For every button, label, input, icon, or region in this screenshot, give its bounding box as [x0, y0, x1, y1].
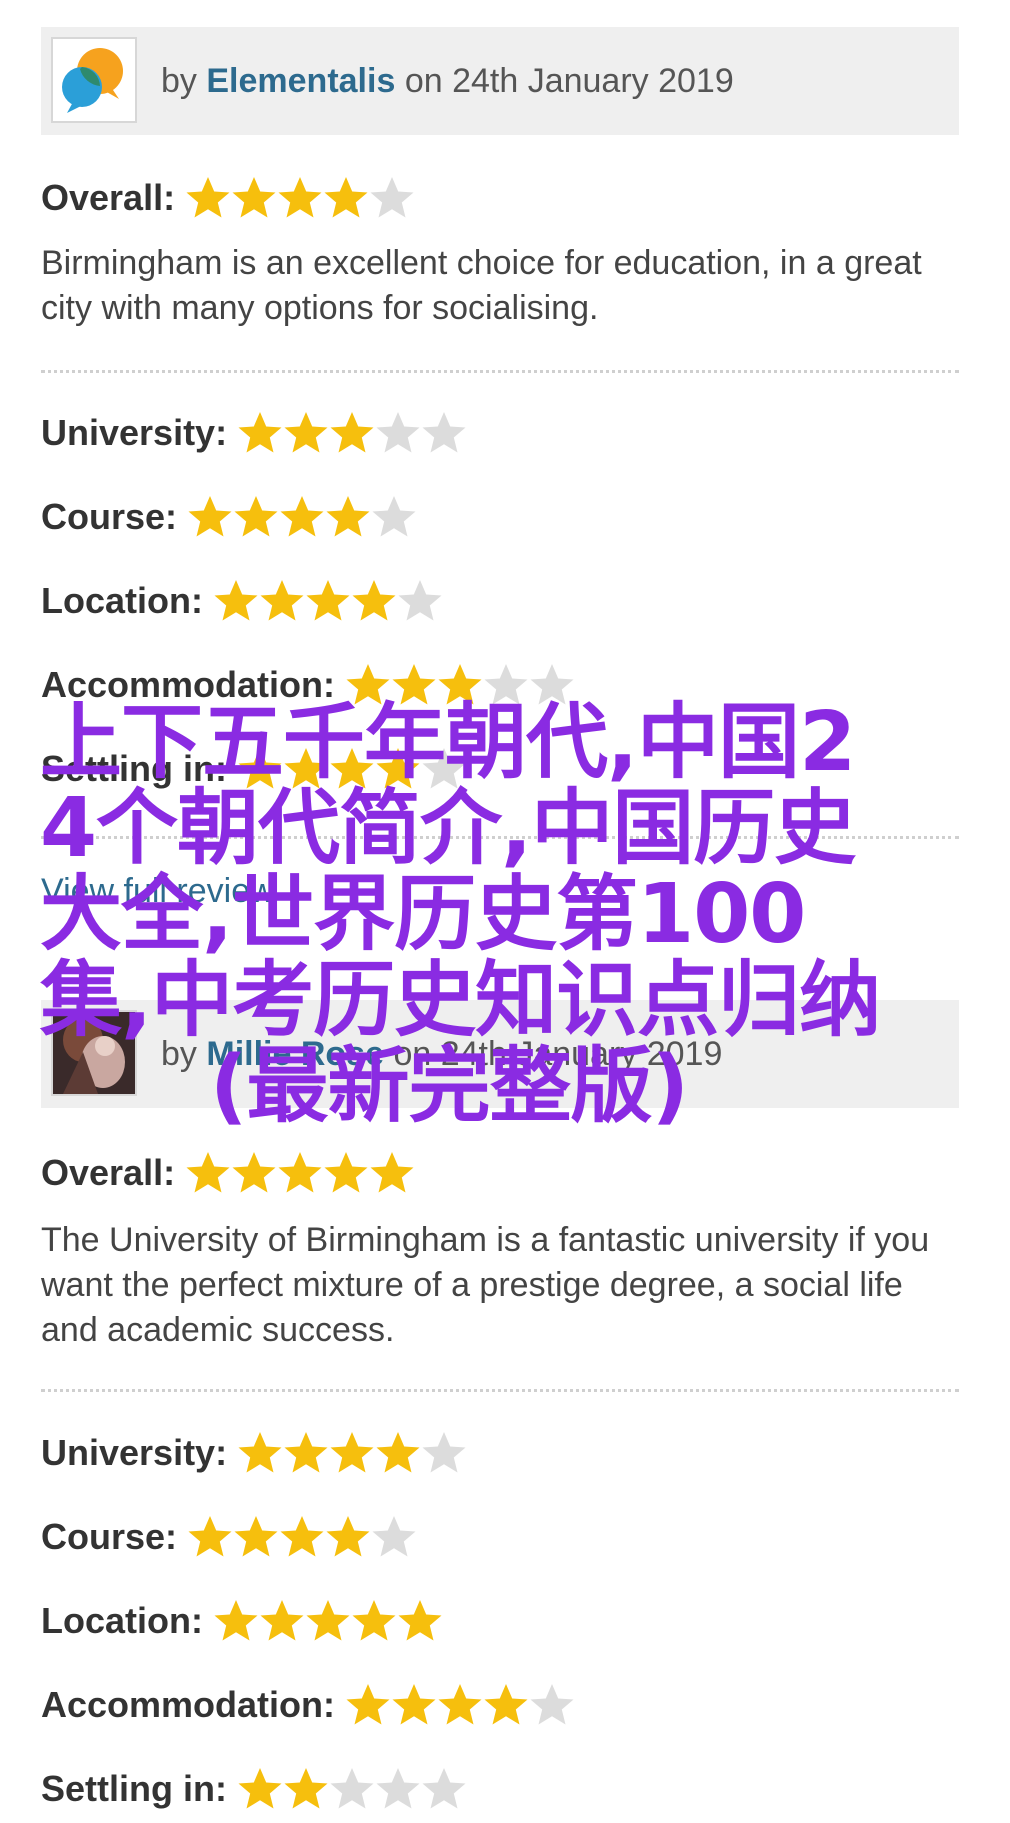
star-empty-icon	[376, 1768, 420, 1809]
star-filled-icon	[234, 1516, 278, 1557]
star-filled-icon	[352, 580, 396, 621]
overlay-line: 上下五千年朝代,中国2	[40, 695, 856, 790]
star-empty-icon	[530, 1684, 574, 1725]
overlay-line: 集,中考历史知识点归纳	[40, 953, 881, 1048]
star-rating	[213, 1598, 443, 1644]
star-rating	[213, 578, 443, 624]
rating-university: University:	[41, 405, 467, 461]
star-filled-icon	[238, 1768, 282, 1809]
star-empty-icon	[398, 580, 442, 621]
overall-rating: Overall:	[41, 170, 415, 226]
rating-university: University:	[41, 1425, 467, 1481]
star-empty-icon	[330, 1768, 374, 1809]
rating-label: Settling in:	[41, 1768, 227, 1809]
review-byline: by Elementalis on 24th January 2019	[161, 27, 734, 135]
star-empty-icon	[422, 1768, 466, 1809]
rating-settling-in: Settling in:	[41, 1761, 467, 1817]
star-empty-icon	[370, 177, 414, 218]
rating-label: Overall:	[41, 1152, 176, 1193]
speech-bubbles-logo-icon	[62, 48, 123, 113]
star-filled-icon	[438, 1684, 482, 1725]
star-empty-icon	[372, 496, 416, 537]
star-filled-icon	[214, 580, 258, 621]
rating-label: Course:	[41, 1516, 178, 1557]
star-filled-icon	[278, 1152, 322, 1193]
star-filled-icon	[306, 1600, 350, 1641]
star-rating	[237, 1430, 467, 1476]
overlay-line: 大全,世界历史第100	[40, 867, 806, 962]
star-filled-icon	[330, 1432, 374, 1473]
star-filled-icon	[232, 1152, 276, 1193]
author-link[interactable]: Elementalis	[206, 62, 395, 100]
star-filled-icon	[238, 1432, 282, 1473]
review-date: on 24th January 2019	[404, 62, 734, 100]
rating-label: Course:	[41, 496, 178, 537]
star-filled-icon	[238, 412, 282, 453]
rating-label: Accommodation:	[41, 1684, 336, 1725]
star-empty-icon	[376, 412, 420, 453]
star-rating	[185, 1150, 415, 1196]
rating-course: Course:	[41, 489, 417, 545]
overlay-caption: 上下五千年朝代,中国2 4个朝代简介,中国历史 大全,世界历史第100 集,中考…	[40, 700, 920, 1130]
star-empty-icon	[372, 1516, 416, 1557]
star-filled-icon	[188, 496, 232, 537]
star-filled-icon	[280, 496, 324, 537]
star-rating	[237, 1766, 467, 1812]
star-filled-icon	[232, 177, 276, 218]
star-filled-icon	[188, 1516, 232, 1557]
star-filled-icon	[260, 580, 304, 621]
star-empty-icon	[422, 412, 466, 453]
rating-location: Location:	[41, 573, 443, 629]
star-filled-icon	[234, 496, 278, 537]
star-filled-icon	[284, 1768, 328, 1809]
star-filled-icon	[186, 1152, 230, 1193]
review-text: Birmingham is an excellent choice for ed…	[41, 244, 922, 327]
rating-label: Location:	[41, 1600, 203, 1641]
byline-prefix: by	[161, 62, 197, 100]
star-filled-icon	[346, 1684, 390, 1725]
rating-label: Overall:	[41, 177, 176, 218]
rating-label: University:	[41, 412, 228, 453]
star-filled-icon	[186, 177, 230, 218]
star-filled-icon	[326, 496, 370, 537]
star-filled-icon	[214, 1600, 258, 1641]
star-rating	[185, 175, 415, 221]
star-filled-icon	[324, 1152, 368, 1193]
star-filled-icon	[326, 1516, 370, 1557]
overall-rating: Overall:	[41, 1145, 415, 1201]
star-filled-icon	[398, 1600, 442, 1641]
star-filled-icon	[284, 412, 328, 453]
rating-course: Course:	[41, 1509, 417, 1565]
overlay-line: 4个朝代简介,中国历史	[40, 781, 856, 876]
star-empty-icon	[422, 1432, 466, 1473]
review-header-1: by Elementalis on 24th January 2019	[41, 27, 959, 135]
rating-label: Location:	[41, 580, 203, 621]
rating-label: University:	[41, 1432, 228, 1473]
rating-accommodation: Accommodation:	[41, 1677, 575, 1733]
rating-location: Location:	[41, 1593, 443, 1649]
review-text: The University of Birmingham is a fantas…	[41, 1221, 930, 1349]
overlay-line: (最新完整版)	[210, 1039, 689, 1134]
star-filled-icon	[392, 1684, 436, 1725]
star-rating	[187, 494, 417, 540]
star-filled-icon	[484, 1684, 528, 1725]
star-filled-icon	[370, 1152, 414, 1193]
star-rating	[187, 1514, 417, 1560]
star-rating	[345, 1682, 575, 1728]
avatar[interactable]	[51, 37, 137, 123]
star-filled-icon	[278, 177, 322, 218]
star-filled-icon	[352, 1600, 396, 1641]
star-filled-icon	[324, 177, 368, 218]
star-filled-icon	[306, 580, 350, 621]
star-rating	[237, 410, 467, 456]
star-filled-icon	[260, 1600, 304, 1641]
star-filled-icon	[376, 1432, 420, 1473]
divider	[41, 370, 959, 373]
star-filled-icon	[330, 412, 374, 453]
star-filled-icon	[280, 1516, 324, 1557]
divider	[41, 1389, 959, 1392]
star-filled-icon	[284, 1432, 328, 1473]
